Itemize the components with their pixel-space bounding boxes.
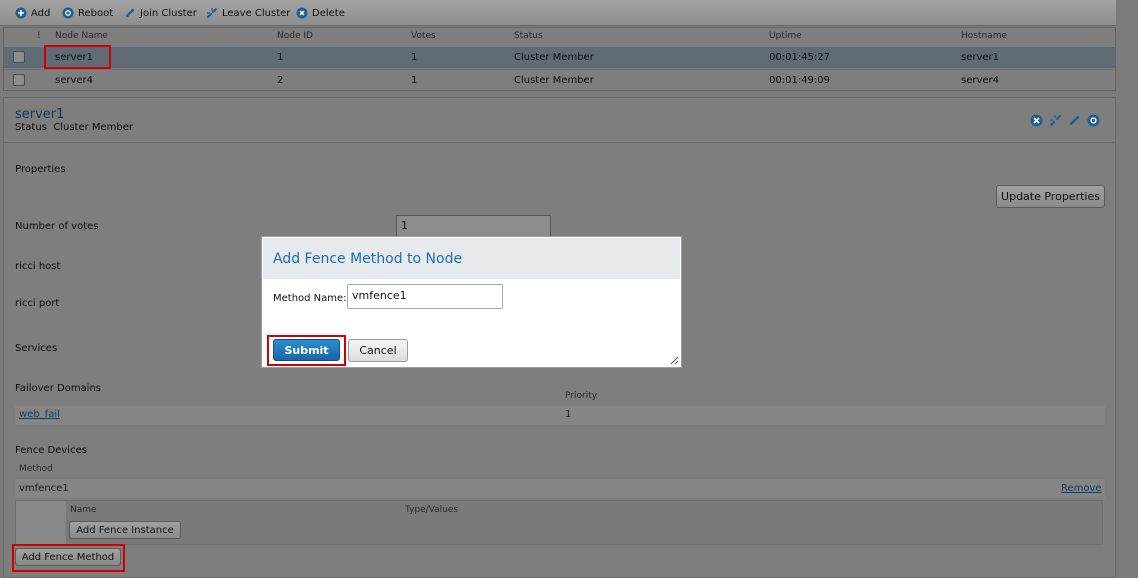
divider: [4, 142, 1115, 143]
resize-handle-icon[interactable]: [669, 355, 679, 365]
status-label: Status: [15, 122, 47, 133]
leave-cluster-icon: [207, 8, 217, 18]
dialog-header: Add Fence Method to Node: [263, 238, 680, 279]
failover-domain-row: web_fail 1: [15, 406, 1105, 425]
node-table: ! Node Name Node ID Votes Status Uptime …: [3, 27, 1116, 91]
reboot-label: Reboot: [78, 7, 114, 19]
method-header: Method: [19, 464, 53, 474]
ricci-host-label: ricci host: [15, 261, 61, 272]
instance-type-header: Type/Values: [405, 505, 459, 515]
highlight-box-submit: [267, 335, 346, 366]
col-status[interactable]: Status: [514, 31, 543, 41]
hostname-cell: server1: [961, 52, 1000, 63]
join-cluster-label: Join Cluster: [140, 7, 197, 19]
properties-heading: Properties: [15, 164, 66, 175]
status-cell: Cluster Member: [514, 75, 594, 86]
failover-domains-heading: Failover Domains: [15, 383, 102, 394]
fence-method-row: vmfence1 Remove: [15, 479, 1105, 498]
node-id-cell: 1: [277, 52, 284, 63]
cancel-button[interactable]: Cancel: [348, 339, 408, 362]
remove-method-link[interactable]: Remove: [1061, 483, 1102, 494]
add-fence-instance-button[interactable]: Add Fence Instance: [69, 521, 181, 539]
votes-cell: 1: [411, 52, 418, 63]
add-fence-method-dialog: Add Fence Method to Node Method Name: vm…: [261, 236, 682, 368]
gear-icon: [62, 7, 74, 19]
col-alert: !: [37, 31, 41, 41]
instance-name-header: Name: [70, 505, 97, 515]
table-row[interactable]: server1 1 1 Cluster Member 00:01:45:27 s…: [4, 47, 1115, 68]
failover-domain-link[interactable]: web_fail: [19, 409, 60, 420]
ricci-port-label: ricci port: [15, 298, 60, 309]
link-icon: [125, 8, 135, 18]
add-label: Add: [31, 7, 51, 19]
highlight-box-add-method: [12, 544, 125, 572]
method-name-label: Method Name:: [273, 293, 347, 304]
gear-icon[interactable]: [1087, 114, 1100, 127]
plus-circle-icon: [15, 7, 27, 19]
votes-label: Number of votes: [15, 221, 99, 232]
node-title: server1: [15, 107, 65, 122]
leave-cluster-icon[interactable]: [1049, 114, 1062, 127]
node-name-cell[interactable]: server4: [55, 75, 93, 86]
delete-label: Delete: [312, 7, 345, 19]
node-id-cell: 2: [277, 75, 284, 86]
col-uptime[interactable]: Uptime: [769, 31, 802, 41]
x-circle-icon: [296, 7, 308, 19]
priority-header: Priority: [565, 391, 598, 401]
failover-priority: 1: [565, 409, 572, 420]
col-votes[interactable]: Votes: [411, 31, 436, 41]
update-properties-button[interactable]: Update Properties: [996, 185, 1105, 208]
uptime-cell: 00:01:45:27: [769, 52, 831, 63]
highlight-box-server1: [44, 45, 111, 69]
reboot-button[interactable]: Reboot: [62, 7, 113, 19]
dialog-title: Add Fence Method to Node: [273, 251, 463, 267]
row-checkbox[interactable]: [13, 51, 25, 63]
uptime-cell: 00:01:49:09: [769, 75, 831, 86]
col-hostname[interactable]: Hostname: [961, 31, 1007, 41]
join-cluster-button[interactable]: Join Cluster: [124, 7, 197, 19]
node-status: Status Cluster Member: [15, 122, 133, 133]
fence-instance-table: Name Type/Values Add Fence Instance: [15, 500, 1103, 545]
leave-cluster-label: Leave Cluster: [222, 7, 291, 19]
add-button[interactable]: Add: [15, 7, 50, 19]
services-label: Services: [15, 343, 58, 354]
toolbar: Add Reboot Join Cluster Leave Cluster De…: [0, 0, 1116, 26]
status-value: Cluster Member: [53, 122, 134, 133]
fence-method-name: vmfence1: [19, 483, 69, 494]
hostname-cell: server4: [961, 75, 1000, 86]
link-icon[interactable]: [1068, 114, 1081, 127]
delete-button[interactable]: Delete: [296, 7, 345, 19]
table-row[interactable]: server4 2 1 Cluster Member 00:01:49:09 s…: [4, 69, 1115, 90]
method-name-input[interactable]: vmfence1: [347, 284, 503, 309]
x-circle-icon[interactable]: [1030, 114, 1043, 127]
col-node-name[interactable]: Node Name: [55, 31, 108, 41]
col-node-id[interactable]: Node ID: [277, 31, 313, 41]
row-checkbox[interactable]: [13, 74, 25, 86]
fence-devices-heading: Fence Devices: [15, 445, 87, 456]
status-cell: Cluster Member: [514, 52, 594, 63]
leave-cluster-button[interactable]: Leave Cluster: [206, 7, 290, 19]
votes-cell: 1: [411, 75, 418, 86]
